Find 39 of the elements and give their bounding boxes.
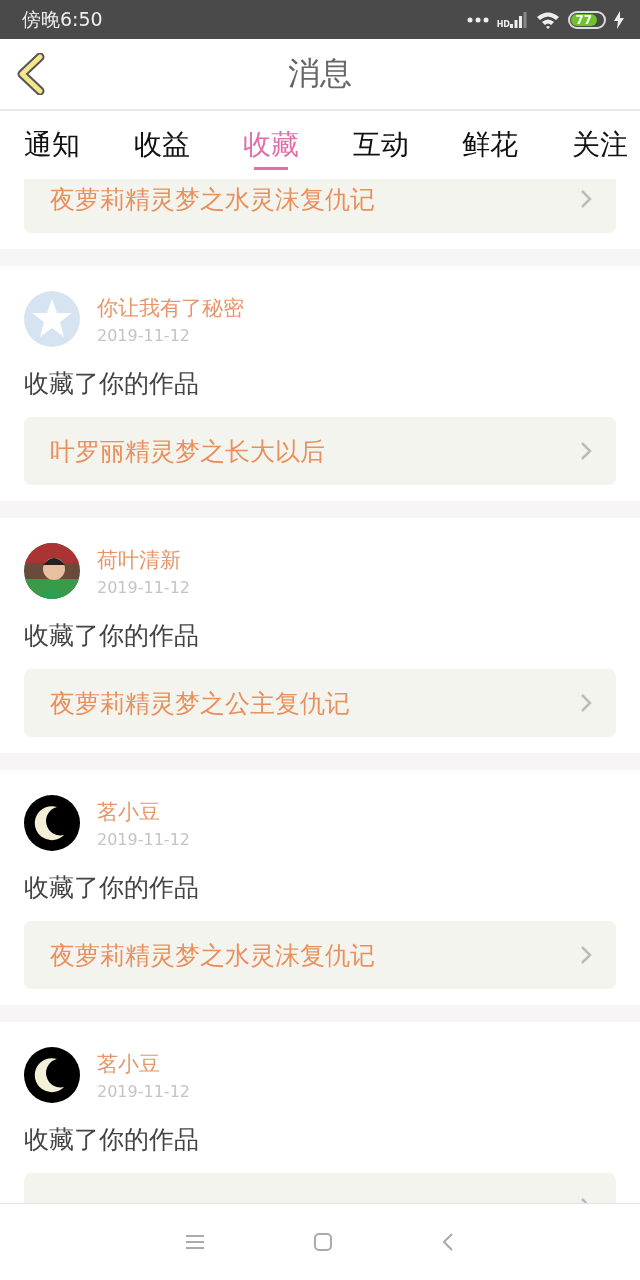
network-label: HD (496, 19, 510, 29)
message-text: 收藏了你的作品 (24, 1124, 200, 1156)
work-link[interactable]: 夜萝莉精灵梦之水灵沫复仇记 (24, 179, 616, 233)
battery-icon: 77 (568, 10, 606, 29)
tab[interactable]: 通知 (24, 111, 80, 179)
avatar-icon (24, 291, 80, 347)
avatar-icon (24, 795, 80, 851)
tab[interactable]: 互动 (352, 111, 409, 179)
back-icon[interactable] (442, 1232, 454, 1252)
page-title: 消息 (288, 53, 352, 94)
signal-icon (510, 11, 528, 28)
message-text: 收藏了你的作品 (24, 620, 200, 652)
message-text: 收藏了你的作品 (24, 368, 200, 400)
work-link[interactable]: 叶罗丽精灵梦之长大以后 (24, 417, 616, 485)
user-name[interactable]: 荷叶清新 (97, 545, 190, 574)
user-name[interactable]: 茗小豆 (97, 797, 190, 826)
avatar-icon (24, 1047, 80, 1103)
chevron-right-icon (580, 189, 592, 209)
dots-icon (466, 16, 489, 23)
user-name[interactable]: 你让我有了秘密 (97, 293, 244, 322)
message-date: 2019-11-12 (97, 829, 190, 849)
message-date: 2019-11-12 (97, 577, 190, 597)
tab[interactable]: 收益 (133, 111, 190, 179)
tab[interactable]: 关注 (571, 111, 628, 179)
message-date: 2019-11-12 (97, 1081, 190, 1101)
message-text: 收藏了你的作品 (24, 872, 200, 904)
work-link[interactable]: 夜萝莉精灵梦之水灵沫复仇记 (24, 921, 616, 989)
menu-icon[interactable] (186, 1235, 204, 1249)
wifi-icon (536, 10, 560, 29)
work-link[interactable]: 夜萝莉精灵梦之公主复仇记 (24, 669, 616, 737)
chevron-right-icon (580, 441, 592, 461)
status-time: 傍晚6:50 (22, 6, 104, 32)
chevron-right-icon (580, 945, 592, 965)
home-icon[interactable] (314, 1233, 332, 1251)
user-name[interactable]: 茗小豆 (97, 1049, 190, 1078)
tab[interactable]: 收藏 (243, 111, 300, 179)
chevron-right-icon (580, 693, 592, 713)
tab[interactable]: 鲜花 (462, 111, 519, 179)
message-date: 2019-11-12 (97, 325, 191, 345)
